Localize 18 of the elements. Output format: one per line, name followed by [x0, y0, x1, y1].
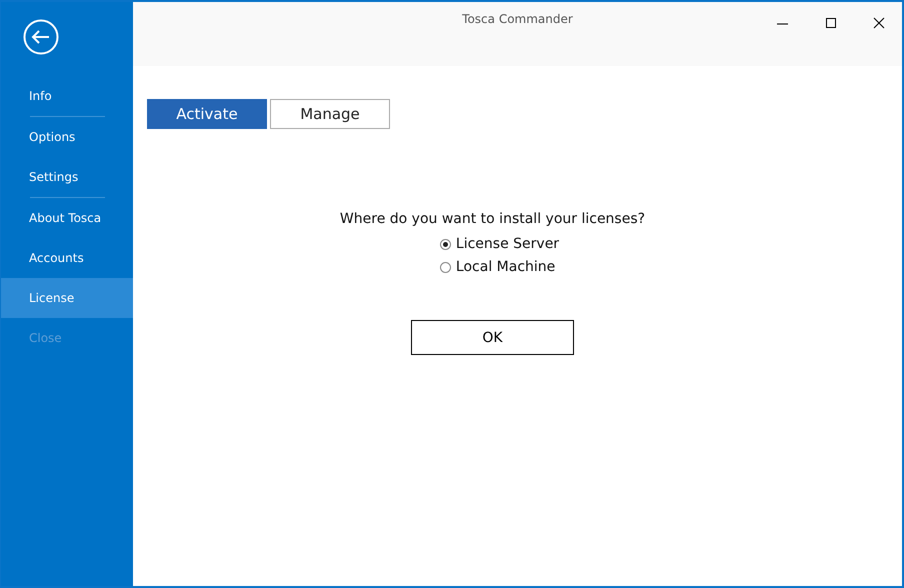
radio-option[interactable]: License Server	[440, 236, 560, 252]
radio-button[interactable]	[440, 262, 451, 272]
radio-button[interactable]	[440, 238, 451, 250]
sidebar-item[interactable]: Options	[1, 117, 133, 157]
sidebar-item[interactable]: License	[1, 278, 133, 318]
sidebar-item[interactable]: Accounts	[1, 238, 133, 278]
sidebar-item[interactable]: About Tosca	[1, 198, 133, 238]
close-icon[interactable]	[872, 16, 886, 30]
tab[interactable]: Activate	[147, 99, 267, 129]
radio-option[interactable]: Local Machine	[440, 259, 560, 275]
ok-button[interactable]: OK	[411, 320, 574, 355]
tab[interactable]: Manage	[270, 99, 390, 129]
window-title: Tosca Commander	[462, 12, 573, 28]
question-text: Where do you want to install your licenses?	[340, 211, 646, 227]
maximize-icon[interactable]	[824, 16, 838, 30]
sidebar-item[interactable]: Info	[1, 76, 133, 116]
sidebar-item[interactable]: Settings	[1, 157, 133, 197]
back-icon[interactable]	[23, 19, 59, 55]
